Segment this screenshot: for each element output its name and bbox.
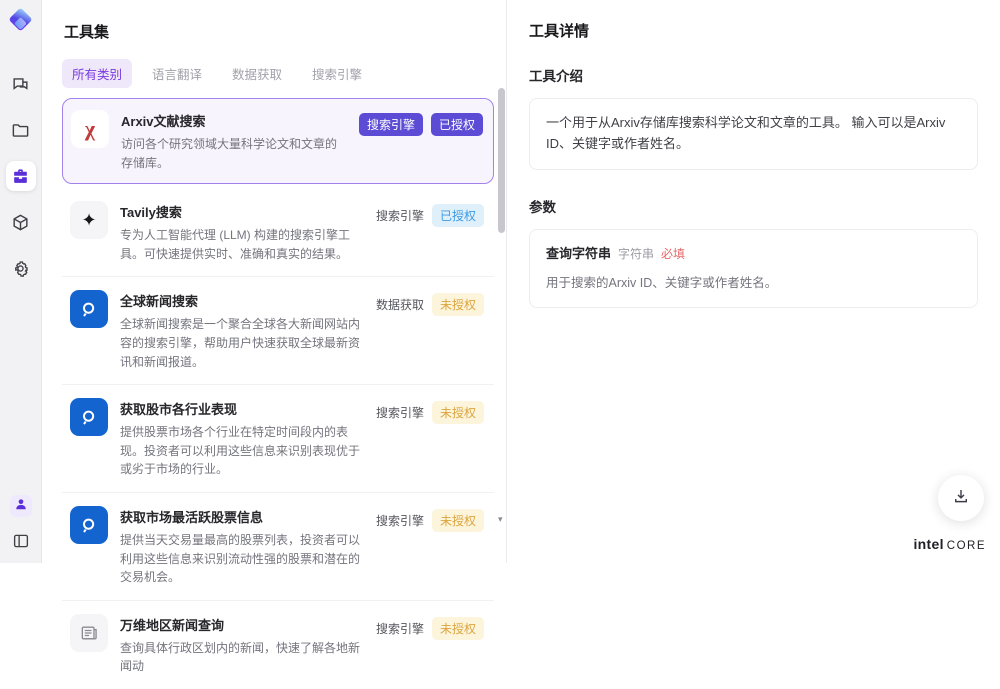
collapse-sidebar-button[interactable] xyxy=(9,529,33,553)
auth-status-badge: 未授权 xyxy=(431,401,484,425)
auth-status-badge: 已授权 xyxy=(430,113,483,136)
auth-status-badge: 未授权 xyxy=(431,508,484,532)
tab-data-acquisition[interactable]: 数据获取 xyxy=(222,59,292,88)
sidebar-item-tools[interactable] xyxy=(5,161,36,191)
gear-icon xyxy=(11,259,30,278)
download-button[interactable] xyxy=(938,475,984,521)
chat-icon xyxy=(11,75,30,94)
tool-name: 全球新闻搜索 xyxy=(120,294,199,310)
scrollbar-thumb[interactable] xyxy=(498,88,505,233)
tool-card-arxiv[interactable]: χ Arxiv文献搜索 访问各个研究领域大量科学论文和文章的存储库。 搜索引擎 … xyxy=(62,98,494,185)
tool-name: Tavily搜索 xyxy=(120,205,182,221)
arxiv-logo-icon: χ xyxy=(71,110,109,148)
sidebar-nav xyxy=(5,69,36,283)
intro-section-title: 工具介绍 xyxy=(529,69,583,84)
page-title: 工具集 xyxy=(64,24,110,41)
intel-core-logo: intel CORE xyxy=(913,536,986,552)
category-label: 搜索引擎 xyxy=(375,209,424,224)
app-window: 工具集 所有类别 语言翻译 数据获取 搜索引擎 χ Arxiv文献搜索 访问各个… xyxy=(0,0,1000,673)
tool-description: 专为人工智能代理 (LLM) 构建的搜索引擎工具。可快速提供实时、准确和真实的结… xyxy=(120,228,351,261)
parameter-box: 查询字符串 字符串 必填 用于搜索的Arxiv ID、关键字或作者姓名。 xyxy=(529,228,978,309)
tool-intro-box: 一个用于从Arxiv存储库搜索科学论文和文章的工具。 输入可以是Arxiv ID… xyxy=(529,98,978,170)
core-wordmark: CORE xyxy=(946,540,986,552)
tool-description: 查询具体行政区划内的新闻，快速了解各地新闻动 xyxy=(120,640,361,674)
tool-list-panel: 工具集 所有类别 语言翻译 数据获取 搜索引擎 χ Arxiv文献搜索 访问各个… xyxy=(42,0,506,673)
auth-status-badge: 未授权 xyxy=(431,293,484,317)
tool-description: 全球新闻搜索是一个聚合全球各大新闻网站内容的搜索引擎，帮助用户快速获取全球最新资… xyxy=(120,317,361,369)
folder-icon xyxy=(11,121,30,140)
tab-search-engine[interactable]: 搜索引擎 xyxy=(302,59,372,88)
param-name: 查询字符串 xyxy=(546,245,612,261)
sidebar-layout-icon xyxy=(12,532,30,550)
tool-name: Arxiv文献搜索 xyxy=(121,114,206,129)
tool-card-stock-sectors[interactable]: 获取股市各行业表现 提供股票市场各个行业在特定时间段内的表现。投资者可以利用这些… xyxy=(62,385,494,493)
tool-card-active-stocks[interactable]: 获取市场最活跃股票信息 提供当天交易量最高的股票列表，投资者可以利用这些信息来识… xyxy=(62,493,494,601)
intel-wordmark: intel xyxy=(913,536,944,552)
stock-search-app-icon xyxy=(70,505,108,544)
tool-details-panel: 工具详情 工具介绍 一个用于从Arxiv存储库搜索科学论文和文章的工具。 输入可… xyxy=(506,0,1000,563)
tool-name: 获取市场最活跃股票信息 xyxy=(120,509,264,525)
sidebar-item-models[interactable] xyxy=(6,207,36,237)
param-required-flag: 必填 xyxy=(661,246,686,261)
newspaper-icon xyxy=(70,613,108,652)
tool-name: 获取股市各行业表现 xyxy=(120,402,238,418)
tavily-logo-icon: ✦ xyxy=(70,201,108,240)
category-badge: 搜索引擎 xyxy=(358,113,423,136)
sidebar xyxy=(0,0,42,563)
list-scrollbar[interactable]: ▾ xyxy=(498,88,505,550)
tool-card-list: χ Arxiv文献搜索 访问各个研究领域大量科学论文和文章的存储库。 搜索引擎 … xyxy=(62,98,494,689)
tab-language-translation[interactable]: 语言翻译 xyxy=(142,59,212,88)
tool-card-global-news[interactable]: 全球新闻搜索 全球新闻搜索是一个聚合全球各大新闻网站内容的搜索引擎，帮助用户快速… xyxy=(62,277,494,386)
tab-all-categories[interactable]: 所有类别 xyxy=(62,59,133,88)
stock-search-app-icon xyxy=(70,398,108,437)
scroll-down-icon[interactable]: ▾ xyxy=(498,515,503,524)
details-title: 工具详情 xyxy=(529,23,590,40)
tool-description: 提供股票市场各个行业在特定时间段内的表现。投资者可以利用这些信息来识别表现优于或… xyxy=(120,425,361,477)
sidebar-item-settings[interactable] xyxy=(6,253,36,283)
tool-card-tavily[interactable]: ✦ Tavily搜索 专为人工智能代理 (LLM) 构建的搜索引擎工具。可快速提… xyxy=(62,188,494,278)
person-icon xyxy=(14,497,28,516)
tool-description: 访问各个研究领域大量科学论文和文章的存储库。 xyxy=(121,137,338,170)
user-avatar[interactable] xyxy=(9,495,32,517)
download-icon xyxy=(952,487,970,510)
param-type: 字符串 xyxy=(618,246,655,261)
cube-icon xyxy=(11,213,30,232)
toolbox-icon xyxy=(11,167,30,186)
sidebar-item-chat[interactable] xyxy=(6,69,36,99)
app-logo xyxy=(7,7,34,35)
sidebar-bottom xyxy=(9,495,33,553)
category-tabs: 所有类别 语言翻译 数据获取 搜索引擎 xyxy=(62,59,494,88)
category-label: 数据获取 xyxy=(375,298,424,313)
auth-status-badge: 未授权 xyxy=(431,616,484,640)
tool-name: 万维地区新闻查询 xyxy=(120,617,225,633)
tool-card-regional-news[interactable]: 万维地区新闻查询 查询具体行政区划内的新闻，快速了解各地新闻动 搜索引擎 未授权 xyxy=(62,601,494,689)
auth-status-badge: 已授权 xyxy=(431,204,484,228)
category-label: 搜索引擎 xyxy=(375,621,424,636)
params-section-title: 参数 xyxy=(529,199,556,215)
tool-description: 提供当天交易量最高的股票列表，投资者可以利用这些信息来识别流动性强的股票和潜在的… xyxy=(120,532,361,585)
news-search-app-icon xyxy=(70,290,108,329)
category-label: 搜索引擎 xyxy=(375,513,424,528)
sidebar-item-files[interactable] xyxy=(6,115,36,145)
param-description: 用于搜索的Arxiv ID、关键字或作者姓名。 xyxy=(546,276,778,291)
category-label: 搜索引擎 xyxy=(375,406,424,421)
